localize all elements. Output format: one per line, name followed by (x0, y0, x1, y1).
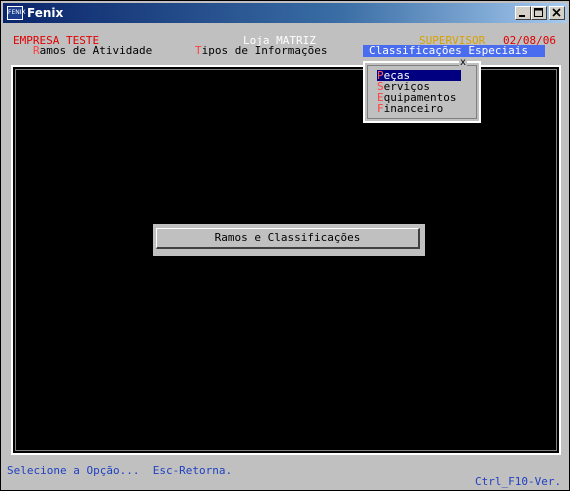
menu-hotkey: T (195, 44, 202, 57)
menu-label: ipos de Informações (201, 44, 328, 57)
close-button[interactable] (549, 6, 565, 20)
version-hint: Ctrl_F10-Ver. (475, 475, 562, 488)
ramos-e-classificacoes-button[interactable]: Ramos e Classificações (156, 228, 420, 249)
minimize-button[interactable] (515, 6, 531, 20)
console-area: EMPRESA TESTE Loja MATRIZ SUPERVISOR 02/… (5, 25, 567, 488)
work-area-inner (15, 69, 557, 451)
menu-label: amos de Atividade (39, 44, 153, 57)
menu-item-financeiro[interactable]: Financeiro (377, 103, 461, 114)
application-window: FENIX Fenix EMPRESA TESTE Loja MATRIZ SU… (0, 0, 570, 491)
menu-item-label: inanceiro (383, 102, 444, 115)
status-message: Selecione a Opção... Esc-Retorna. (7, 464, 233, 477)
menu-tipos-de-informacoes[interactable]: Tipos de Informações (195, 45, 327, 57)
title-bar[interactable]: FENIX Fenix (3, 3, 567, 23)
work-area (11, 65, 561, 455)
close-mark[interactable]: x (459, 57, 468, 69)
minimize-icon (519, 15, 525, 17)
menu-item-hotkey: F (377, 102, 384, 115)
menu-ramos-de-atividade[interactable]: Ramos de Atividade (33, 45, 152, 57)
close-icon (552, 8, 561, 17)
window-title: Fenix (27, 6, 64, 20)
menu-hotkey: R (33, 44, 40, 57)
dialog-panel: Ramos e Classificações (153, 224, 425, 256)
menu-classificacoes-especiais[interactable]: Classificações Especiais (363, 45, 545, 57)
maximize-button[interactable] (531, 6, 547, 20)
app-icon[interactable]: FENIX (7, 6, 26, 20)
dropdown-menu: x Peças Serviços Equipamentos Financeiro (363, 57, 481, 123)
maximize-icon (534, 8, 543, 17)
